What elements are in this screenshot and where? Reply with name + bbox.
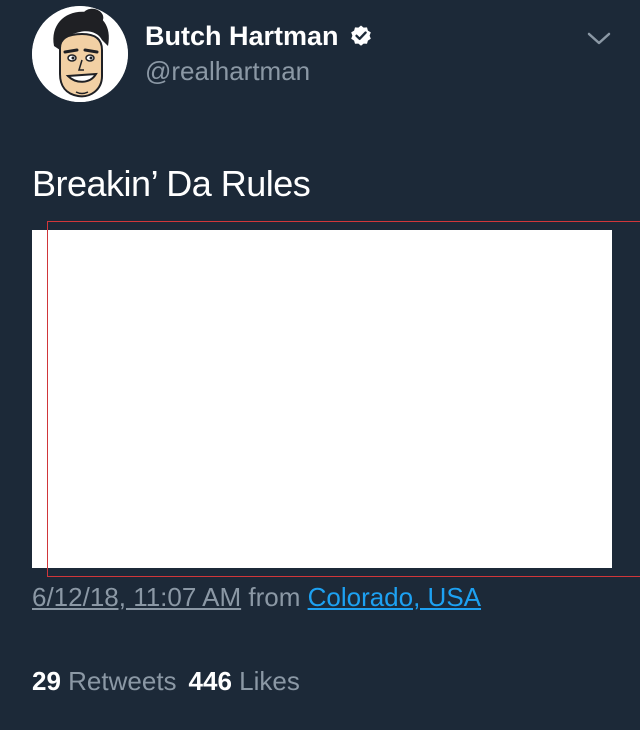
likes-label: Likes — [239, 666, 300, 696]
tweet-stats: 29 Retweets 446 Likes — [32, 664, 300, 698]
cartoon-face-icon — [32, 6, 128, 102]
tweet-media[interactable] — [32, 230, 612, 568]
likes-stat[interactable]: 446 Likes — [189, 666, 300, 696]
retweets-stat[interactable]: 29 Retweets — [32, 666, 177, 696]
verified-badge-icon — [350, 25, 371, 46]
tweet-location-link[interactable]: Colorado, USA — [308, 582, 481, 612]
display-name-row[interactable]: Butch Hartman — [145, 20, 373, 52]
tweet-text: Breakin’ Da Rules — [32, 163, 311, 204]
chevron-down-icon[interactable] — [586, 30, 612, 48]
display-name[interactable]: Butch Hartman — [145, 20, 339, 52]
avatar[interactable] — [32, 6, 128, 102]
from-label: from — [248, 582, 301, 612]
retweets-label: Retweets — [68, 666, 177, 696]
retweets-count: 29 — [32, 666, 61, 696]
user-handle[interactable]: @realhartman — [145, 56, 310, 86]
tweet-detail: Butch Hartman @realhartman Breakin’ Da R… — [0, 0, 640, 730]
likes-count: 446 — [188, 666, 232, 696]
tweet-timestamp[interactable]: 6/12/18, 11:07 AM — [32, 582, 241, 612]
tweet-meta: 6/12/18, 11:07 AM from Colorado, USA — [32, 580, 481, 614]
